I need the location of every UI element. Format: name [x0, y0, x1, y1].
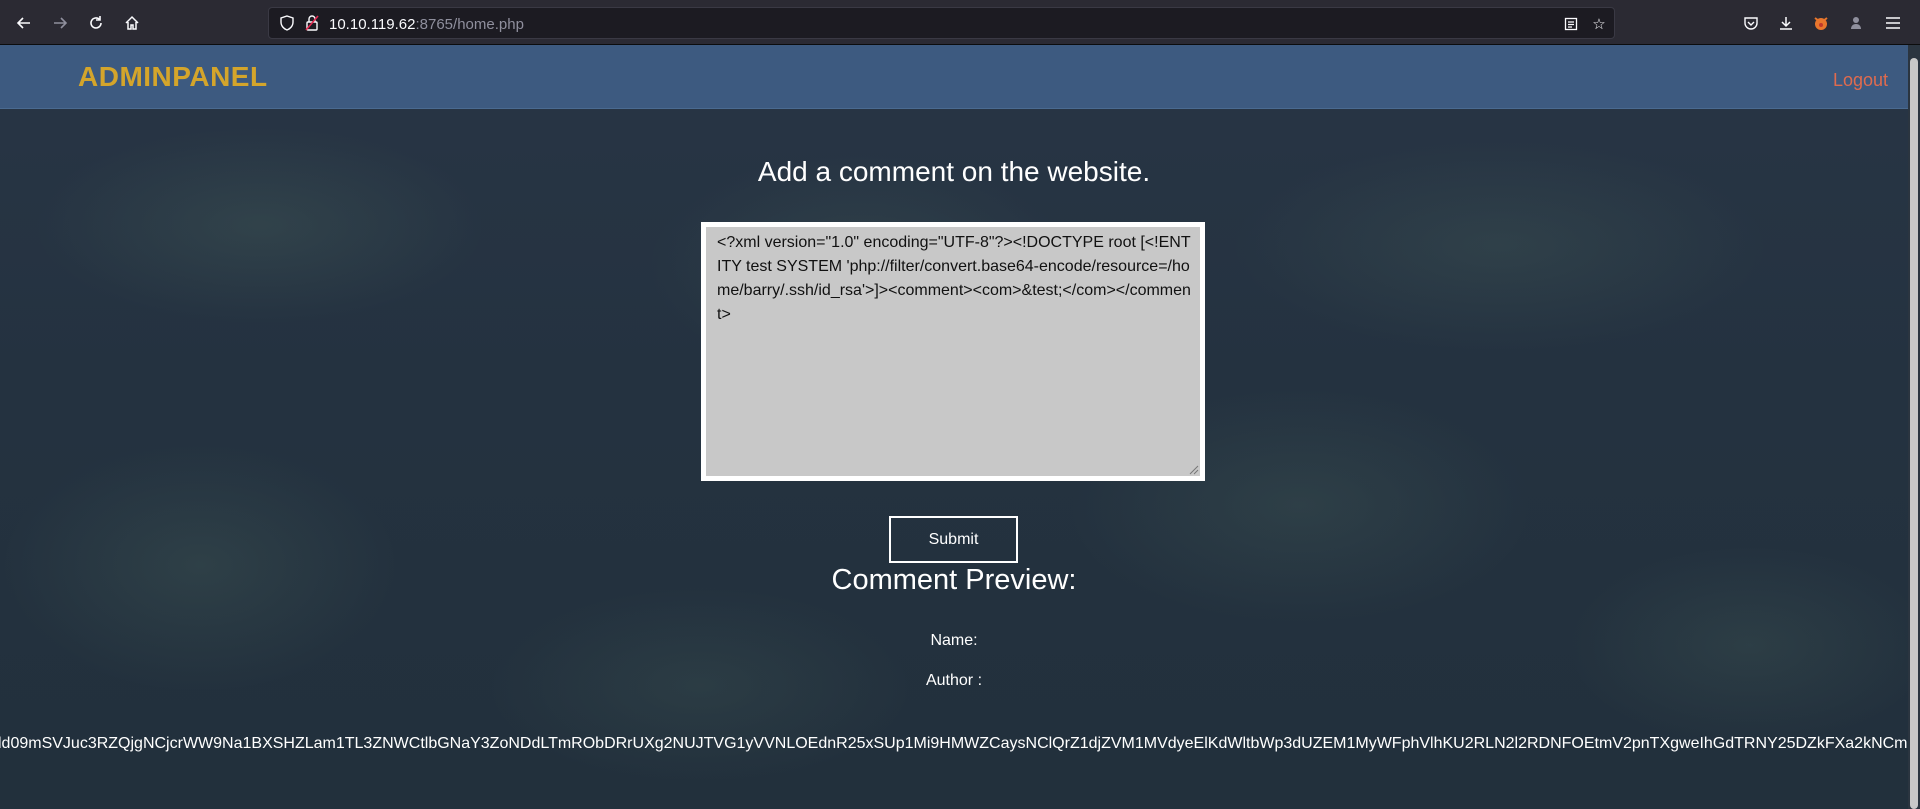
- browser-toolbar: 10.10.119.62:8765/home.php ☆: [0, 0, 1920, 45]
- shield-icon[interactable]: [279, 15, 295, 31]
- url-text[interactable]: 10.10.119.62:8765/home.php: [329, 16, 524, 33]
- downloads-icon[interactable]: [1775, 12, 1797, 34]
- reload-icon[interactable]: [84, 11, 108, 35]
- site-header: ADMINPANEL Logout: [0, 45, 1908, 109]
- preview-name-label: Name:: [930, 632, 978, 649]
- lock-icon[interactable]: [304, 14, 320, 32]
- logout-link[interactable]: Logout: [1833, 70, 1888, 91]
- reader-view-icon[interactable]: [1562, 15, 1580, 33]
- url-host: 10.10.119.62: [329, 16, 416, 33]
- comment-textarea[interactable]: [701, 222, 1205, 481]
- menu-hamburger-icon[interactable]: [1882, 12, 1904, 34]
- page-heading: Add a comment on the website.: [757, 156, 1151, 187]
- page-scrollbar-thumb[interactable]: [1910, 58, 1918, 809]
- preview-encoded-output: ld09mSVJuc3RZQjgNCjcrWW9Na1BXSHZLam1TL3Z…: [0, 735, 1908, 752]
- extension-puzzle-icon[interactable]: [1845, 12, 1867, 34]
- page-viewport: ADMINPANEL Logout Add a comment on the w…: [0, 45, 1908, 809]
- bookmark-star-icon[interactable]: ☆: [1590, 15, 1608, 33]
- brand-title: ADMINPANEL: [78, 61, 268, 92]
- submit-button[interactable]: Submit: [889, 516, 1018, 563]
- foxyproxy-icon[interactable]: [1810, 12, 1832, 34]
- forward-icon[interactable]: [48, 11, 72, 35]
- back-icon[interactable]: [12, 11, 36, 35]
- pocket-icon[interactable]: [1740, 12, 1762, 34]
- url-path: :8765/home.php: [415, 16, 524, 33]
- preview-title: Comment Preview:: [831, 564, 1077, 596]
- preview-author-label: Author :: [925, 672, 983, 689]
- home-icon[interactable]: [120, 11, 144, 35]
- resize-grip-icon[interactable]: [1189, 465, 1199, 475]
- url-bar[interactable]: 10.10.119.62:8765/home.php ☆: [268, 7, 1615, 39]
